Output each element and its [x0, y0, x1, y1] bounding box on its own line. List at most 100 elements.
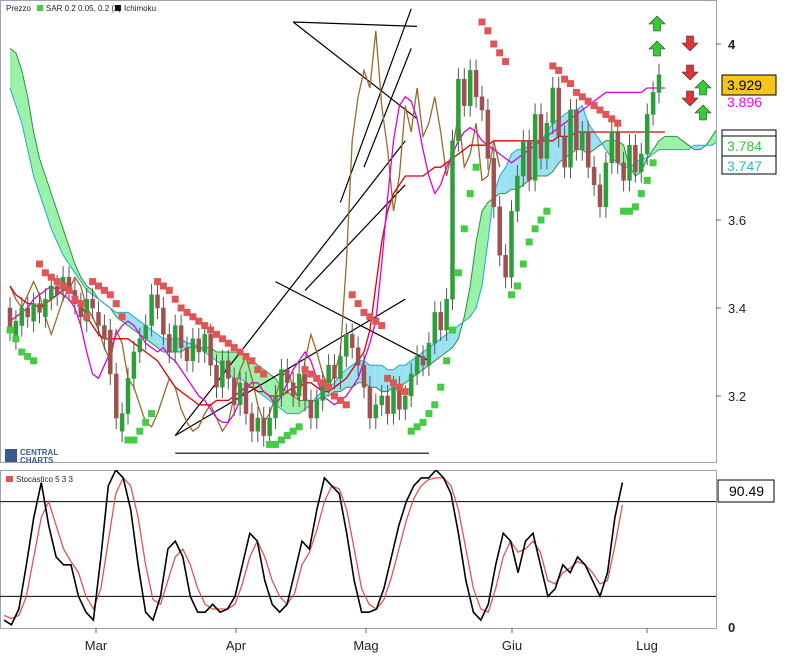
candle-body: [54, 285, 60, 296]
stochastic-value-label: 90.49: [729, 483, 764, 499]
candle-body: [349, 334, 355, 348]
cloud-segment: [664, 136, 671, 150]
sar-dot: [325, 383, 333, 391]
sar-dot: [472, 163, 480, 171]
cloud-segment: [670, 136, 677, 150]
candle-body: [296, 373, 302, 397]
candle-body: [408, 373, 414, 397]
candle-body: [226, 360, 231, 379]
candle-body: [49, 285, 54, 300]
candle-body: [332, 364, 337, 379]
sar-dot: [77, 300, 85, 308]
candle-body: [627, 144, 632, 181]
sar-dot: [631, 203, 639, 211]
candle-body: [414, 356, 420, 375]
candle-body: [544, 122, 550, 159]
candle-body: [603, 162, 609, 208]
candle-body: [167, 334, 172, 353]
sar-dot: [478, 18, 486, 26]
sar-dot: [419, 418, 427, 426]
sar-dot: [36, 260, 43, 268]
candle-body: [273, 395, 278, 419]
candle-body: [172, 325, 178, 353]
sar-dot: [649, 159, 657, 167]
candle-body: [237, 382, 243, 406]
legend-sar-swatch: [37, 5, 43, 11]
candle-body: [568, 109, 573, 168]
candle-body: [650, 92, 656, 115]
candle-body: [344, 334, 349, 357]
sar-dot: [502, 58, 510, 66]
candle-body: [125, 378, 131, 414]
sar-dot: [443, 357, 451, 365]
stochastic-legend-swatch: [6, 476, 13, 482]
candle-body: [509, 210, 514, 278]
candle-body: [562, 136, 567, 168]
candle-body: [178, 325, 184, 348]
sar-dot: [637, 190, 645, 198]
candle-body: [184, 347, 190, 362]
sar-dot: [83, 313, 91, 321]
candle-body: [644, 114, 650, 155]
candle-body: [108, 329, 113, 375]
candle-body: [615, 131, 620, 164]
candle-body: [131, 351, 137, 379]
candle-body: [279, 369, 284, 397]
price-badge-label: 3.896: [727, 94, 762, 110]
candle-body: [231, 378, 237, 406]
sar-dot: [260, 370, 268, 378]
candle-body: [403, 395, 408, 410]
sar-dot: [508, 291, 515, 299]
logo-mark: [5, 449, 17, 462]
candle-body: [25, 307, 30, 318]
candle-body: [190, 338, 196, 362]
sar-dot: [490, 40, 498, 48]
x-tick-label: Apr: [226, 638, 247, 653]
sar-dot: [525, 238, 533, 246]
x-tick-label: Mag: [353, 638, 378, 653]
sar-dot: [106, 291, 114, 299]
candle-body: [261, 417, 266, 436]
sar-dot: [555, 66, 563, 74]
cloud-segment: [369, 365, 376, 388]
candle-body: [550, 87, 556, 124]
sar-dot: [567, 80, 574, 88]
legend-ichimoku-label: Ichimoku: [124, 4, 156, 13]
sar-dot: [12, 335, 20, 343]
sar-dot: [354, 300, 362, 308]
legend-price-label: Prezzo: [6, 4, 31, 13]
sar-dot: [165, 286, 173, 294]
sar-dot: [142, 418, 150, 426]
candle-body: [113, 373, 119, 419]
candle-body: [285, 369, 290, 384]
candle-body: [450, 140, 455, 300]
y-tick-label: 3.2: [728, 389, 746, 404]
candle-body: [391, 386, 396, 414]
candle-body: [326, 364, 331, 384]
candle-body: [438, 312, 443, 331]
stochastic-axis: 090.49: [717, 479, 775, 635]
sar-dot: [248, 357, 256, 365]
candle-body: [485, 109, 491, 159]
candle-body: [43, 298, 48, 318]
candle-body: [621, 162, 626, 181]
sar-dot: [513, 282, 521, 290]
sar-dot: [537, 216, 545, 224]
candle-body: [609, 131, 615, 164]
sar-dot: [425, 410, 433, 418]
time-axis: Mar Apr Mag Giu Lug: [85, 628, 658, 653]
x-tick-label: Giu: [502, 638, 522, 653]
candle-body: [220, 360, 225, 388]
sar-dot: [496, 49, 504, 57]
sar-dot: [348, 291, 356, 299]
sar-dot: [454, 269, 462, 277]
candle-body: [585, 131, 591, 168]
candle-body: [314, 400, 320, 419]
candle-body: [497, 206, 502, 256]
sar-dot: [431, 401, 439, 409]
y-tick-label: 3.6: [728, 213, 746, 228]
price-badges: 3.9293.896 3.784 3.747: [721, 74, 777, 175]
sar-dot: [466, 190, 474, 198]
candle-body: [426, 342, 432, 366]
sar-dot: [171, 295, 179, 303]
